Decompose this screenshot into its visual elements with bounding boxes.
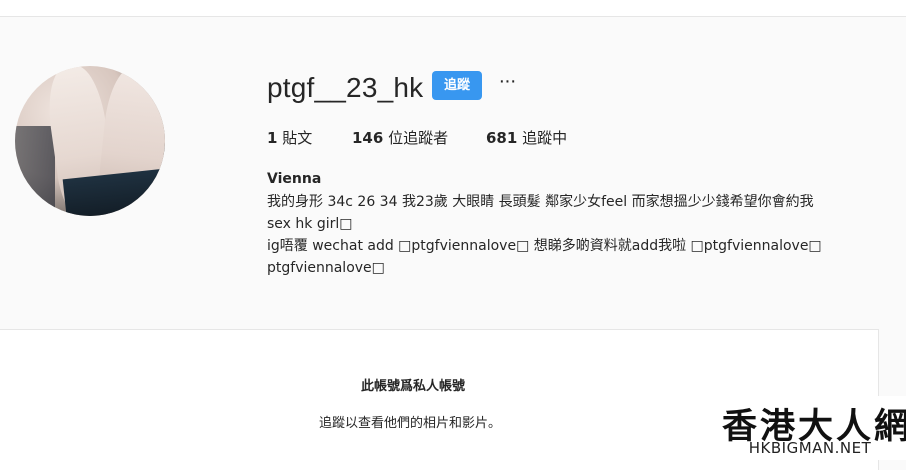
stat-following[interactable]: 681 追蹤中 [486, 127, 567, 148]
top-navigation-strip [0, 0, 906, 17]
stat-followers[interactable]: 146 位追蹤者 [352, 127, 448, 148]
site-watermark: 香港大人網 HKBIGMAN.NET [722, 396, 906, 460]
bio-line: ig唔覆 wechat add □ptgfviennalove□ 想睇多啲資料就… [267, 238, 822, 254]
private-account-description: 追蹤以查看他們的相片和影片。 [318, 416, 501, 431]
follow-button[interactable]: 追蹤 [432, 71, 482, 100]
following-label: 追蹤中 [522, 129, 568, 147]
profile-bio: Vienna 我的身形 34c 26 34 我23歲 大眼睛 長頭髮 鄰家少女f… [267, 168, 877, 279]
private-account-title: 此帳號爲私人帳號 [360, 379, 465, 394]
avatar-photo-shadow [15, 126, 55, 216]
stat-posts: 1 貼文 [267, 127, 312, 148]
followers-count: 146 [352, 129, 384, 147]
following-count: 681 [486, 129, 518, 147]
profile-username: ptgf__23_hk [267, 72, 424, 103]
profile-avatar[interactable] [15, 66, 165, 216]
watermark-english: HKBIGMAN.NET [748, 439, 872, 457]
posts-count: 1 [267, 129, 278, 147]
bio-name: Vienna [267, 171, 322, 187]
bio-line: ptgfviennalove□ [267, 260, 385, 276]
posts-label: 貼文 [282, 129, 313, 147]
followers-label: 位追蹤者 [388, 129, 449, 147]
bio-line: sex hk girl□ [267, 216, 353, 232]
more-options-icon[interactable]: ··· [496, 71, 518, 96]
bio-line: 我的身形 34c 26 34 我23歲 大眼睛 長頭髮 鄰家少女feel 而家想… [267, 194, 814, 210]
